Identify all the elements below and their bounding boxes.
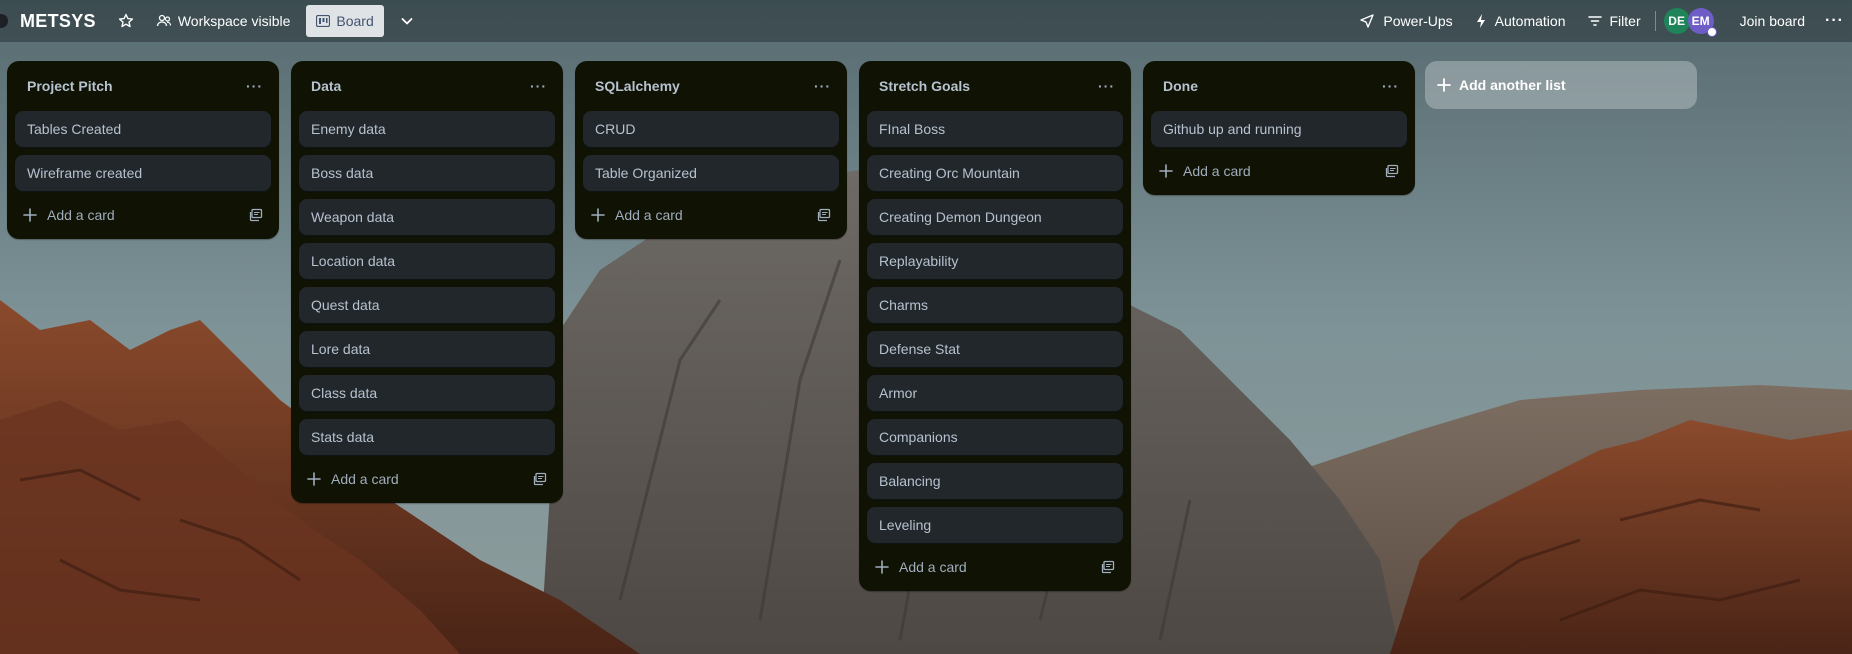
card-template-button[interactable]: [813, 204, 835, 226]
card[interactable]: Tables Created: [15, 111, 271, 147]
card[interactable]: Replayability: [867, 243, 1123, 279]
card[interactable]: Lore data: [299, 331, 555, 367]
add-another-list-button[interactable]: Add another list: [1425, 61, 1697, 109]
list-menu-icon[interactable]: ···: [1378, 74, 1403, 98]
add-card-row: Add a card: [15, 199, 271, 231]
list: Data ··· Enemy data Boss data Weapon data Loc…: [291, 61, 563, 503]
add-card-row: Add a card: [867, 551, 1123, 583]
list: Done ··· Github up and running Add a card: [1143, 61, 1415, 195]
plus-icon: [1159, 164, 1173, 178]
card[interactable]: Creating Orc Mountain: [867, 155, 1123, 191]
card-template-button[interactable]: [245, 204, 267, 226]
list-header: Project Pitch ···: [15, 61, 271, 111]
plus-icon: [591, 208, 605, 222]
add-card-row: Add a card: [299, 463, 555, 495]
template-icon: [249, 208, 263, 222]
template-icon: [533, 472, 547, 486]
card[interactable]: CRUD: [583, 111, 839, 147]
card[interactable]: Companions: [867, 419, 1123, 455]
card[interactable]: Balancing: [867, 463, 1123, 499]
card[interactable]: Class data: [299, 375, 555, 411]
add-card-label: Add a card: [899, 559, 967, 575]
add-card-button[interactable]: Add a card: [307, 471, 399, 487]
add-card-button[interactable]: Add a card: [875, 559, 967, 575]
plus-icon: [1437, 78, 1451, 92]
add-card-button[interactable]: Add a card: [1159, 163, 1251, 179]
card[interactable]: Stats data: [299, 419, 555, 455]
plus-icon: [875, 560, 889, 574]
card[interactable]: Defense Stat: [867, 331, 1123, 367]
list: Stretch Goals ··· FInal Boss Creating Orc M…: [859, 61, 1131, 591]
card[interactable]: Charms: [867, 287, 1123, 323]
card[interactable]: Quest data: [299, 287, 555, 323]
card[interactable]: Wireframe created: [15, 155, 271, 191]
add-card-row: Add a card: [1151, 155, 1407, 187]
card[interactable]: Creating Demon Dungeon: [867, 199, 1123, 235]
card-template-button[interactable]: [529, 468, 551, 490]
template-icon: [1385, 164, 1399, 178]
list-menu-icon[interactable]: ···: [526, 74, 551, 98]
list: Project Pitch ··· Tables Created Wireframe …: [7, 61, 279, 239]
board-lists: Project Pitch ··· Tables Created Wireframe …: [0, 0, 1852, 654]
list-header: SQLalchemy ···: [583, 61, 839, 111]
plus-icon: [23, 208, 37, 222]
card[interactable]: Boss data: [299, 155, 555, 191]
list-title[interactable]: Data: [311, 78, 341, 94]
card-template-button[interactable]: [1381, 160, 1403, 182]
add-another-list-label: Add another list: [1459, 77, 1566, 93]
add-card-label: Add a card: [47, 207, 115, 223]
list-title[interactable]: Stretch Goals: [879, 78, 970, 94]
list-title[interactable]: Project Pitch: [27, 78, 113, 94]
template-icon: [1101, 560, 1115, 574]
list-header: Data ···: [299, 61, 555, 111]
list-title[interactable]: SQLalchemy: [595, 78, 680, 94]
card[interactable]: Leveling: [867, 507, 1123, 543]
add-card-label: Add a card: [1183, 163, 1251, 179]
card-template-button[interactable]: [1097, 556, 1119, 578]
card[interactable]: Enemy data: [299, 111, 555, 147]
card[interactable]: FInal Boss: [867, 111, 1123, 147]
card[interactable]: Weapon data: [299, 199, 555, 235]
list-header: Done ···: [1151, 61, 1407, 111]
list-title[interactable]: Done: [1163, 78, 1198, 94]
list-menu-icon[interactable]: ···: [242, 74, 267, 98]
add-card-button[interactable]: Add a card: [591, 207, 683, 223]
add-card-row: Add a card: [583, 199, 839, 231]
card[interactable]: Armor: [867, 375, 1123, 411]
list: SQLalchemy ··· CRUD Table Organized Add a ca…: [575, 61, 847, 239]
list-menu-icon[interactable]: ···: [1094, 74, 1119, 98]
card[interactable]: Github up and running: [1151, 111, 1407, 147]
card[interactable]: Location data: [299, 243, 555, 279]
add-card-button[interactable]: Add a card: [23, 207, 115, 223]
template-icon: [817, 208, 831, 222]
plus-icon: [307, 472, 321, 486]
add-card-label: Add a card: [615, 207, 683, 223]
add-card-label: Add a card: [331, 471, 399, 487]
list-header: Stretch Goals ···: [867, 61, 1123, 111]
card[interactable]: Table Organized: [583, 155, 839, 191]
list-menu-icon[interactable]: ···: [810, 74, 835, 98]
